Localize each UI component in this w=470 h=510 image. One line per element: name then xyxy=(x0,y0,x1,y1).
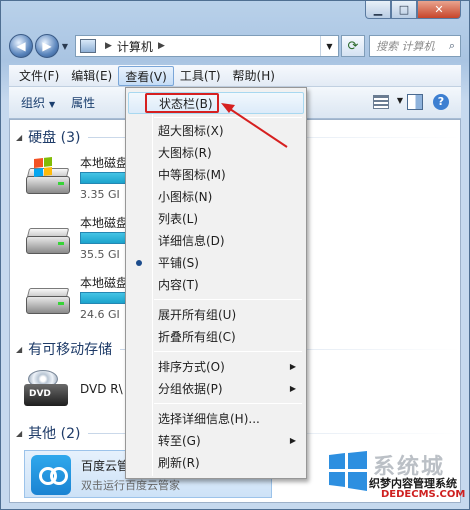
view-menu-dropdown: 状态栏(B) 超大图标(X) 大图标(R) 中等图标(M) 小图标(N) 列表(… xyxy=(125,87,307,479)
help-icon[interactable]: ? xyxy=(433,94,449,110)
menu-item-extra-large-icons[interactable]: 超大图标(X) xyxy=(128,120,304,142)
menu-help[interactable]: 帮助(H) xyxy=(227,66,281,86)
menu-item-label: 排序方式(O) xyxy=(158,360,225,374)
collapse-icon: ◢ xyxy=(16,428,23,438)
dvd-drive-name: DVD R\ xyxy=(80,382,123,396)
back-arrow-icon: ◀ xyxy=(16,39,26,53)
menu-item-details[interactable]: 详细信息(D) xyxy=(128,230,304,252)
menu-item-content[interactable]: 内容(T) xyxy=(128,274,304,296)
menu-item-label: 分组依据(P) xyxy=(158,382,223,396)
drive-name: 本地磁盘 xyxy=(80,216,129,230)
menu-item-tiles[interactable]: 平铺(S) xyxy=(128,252,304,274)
refresh-icon: ⟳ xyxy=(347,38,359,54)
selected-radio-icon xyxy=(136,260,142,266)
change-view-icon[interactable] xyxy=(373,95,389,109)
back-button[interactable]: ◀ xyxy=(9,34,33,58)
cloud-item-title: 百度云管 xyxy=(81,459,130,473)
drive-free-space: 3.35 GI xyxy=(80,188,120,201)
menu-item-large-icons[interactable]: 大图标(R) xyxy=(128,142,304,164)
menu-item-small-icons[interactable]: 小图标(N) xyxy=(128,186,304,208)
maximize-button[interactable]: □ xyxy=(391,1,417,19)
watermark-logo-icon xyxy=(329,451,367,491)
drive-name: 本地磁盘 xyxy=(80,276,129,290)
chevron-down-icon: ▼ xyxy=(49,100,56,109)
menu-edit[interactable]: 编辑(E) xyxy=(65,66,118,86)
menu-item-collapse-all-groups[interactable]: 折叠所有组(C) xyxy=(128,326,304,348)
menu-separator xyxy=(154,117,302,118)
watermark-url: DEDECMS.COM xyxy=(381,489,466,500)
organize-button[interactable]: 组织 ▼ xyxy=(21,94,55,111)
submenu-arrow-icon: ▶ xyxy=(289,436,296,445)
menu-item-choose-details[interactable]: 选择详细信息(H)... xyxy=(128,408,304,430)
dvd-drive-icon: DVD xyxy=(24,384,68,406)
caption-buttons: ▁ □ ✕ xyxy=(365,1,461,19)
forward-button[interactable]: ▶ xyxy=(35,34,59,58)
view-options-dropdown-icon[interactable]: ▼ xyxy=(397,96,403,105)
group-label: 硬盘 (3) xyxy=(28,130,81,146)
menu-item-list[interactable]: 列表(L) xyxy=(128,208,304,230)
organize-label: 组织 xyxy=(21,96,46,110)
menu-item-refresh[interactable]: 刷新(R) xyxy=(128,452,304,474)
preview-pane-icon[interactable] xyxy=(407,94,423,110)
menu-item-medium-icons[interactable]: 中等图标(M) xyxy=(128,164,304,186)
menu-item-label: 转至(G) xyxy=(158,434,201,448)
group-label: 其他 (2) xyxy=(28,426,81,442)
menu-bar: 文件(F) 编辑(E) 查看(V) 工具(T) 帮助(H) xyxy=(9,65,461,87)
search-icon[interactable]: ⌕ xyxy=(449,39,455,53)
menu-item-expand-all-groups[interactable]: 展开所有组(U) xyxy=(128,304,304,326)
menu-item-go-to[interactable]: 转至(G) ▶ xyxy=(128,430,304,452)
explorer-window: ▁ □ ✕ ◀ ▶ ▼ ▶ 计算机 ▶ ▼ ⟳ 搜索 计算机 ⌕ 文件(F) 编… xyxy=(0,0,470,510)
menu-file[interactable]: 文件(F) xyxy=(13,66,65,86)
close-icon: ✕ xyxy=(434,3,444,16)
address-bar[interactable]: ▶ 计算机 ▶ ▼ xyxy=(75,35,339,57)
submenu-arrow-icon: ▶ xyxy=(289,384,296,393)
collapse-icon: ◢ xyxy=(16,344,23,354)
minimize-icon: ▁ xyxy=(373,3,383,16)
breadcrumb-separator-icon[interactable]: ▶ xyxy=(105,41,112,51)
breadcrumb-computer[interactable]: 计算机 xyxy=(117,38,153,55)
breadcrumb-separator-icon[interactable]: ▶ xyxy=(158,41,165,51)
menu-separator xyxy=(154,403,302,404)
forward-arrow-icon: ▶ xyxy=(42,39,52,53)
drive-name: 本地磁盘 xyxy=(80,156,129,170)
menu-tools[interactable]: 工具(T) xyxy=(174,66,227,86)
menu-item-sort-by[interactable]: 排序方式(O) ▶ xyxy=(128,356,304,378)
annotation-highlight-box xyxy=(145,93,219,113)
recent-pages-dropdown[interactable]: ▼ xyxy=(59,42,71,51)
drive-free-space: 35.5 GI xyxy=(80,248,120,261)
menu-item-label: 平铺(S) xyxy=(158,256,199,270)
windows-logo-icon xyxy=(34,157,52,177)
search-placeholder: 搜索 计算机 xyxy=(376,40,435,53)
baidu-cloud-icon xyxy=(31,455,71,495)
search-input[interactable]: 搜索 计算机 ⌕ xyxy=(369,35,461,57)
address-dropdown-icon[interactable]: ▼ xyxy=(320,36,338,56)
menu-separator xyxy=(154,351,302,352)
cloud-item-subtitle: 双击运行百度云管家 xyxy=(81,479,180,492)
menu-separator xyxy=(154,299,302,300)
properties-button[interactable]: 属性 xyxy=(71,94,95,111)
watermark: 系统城 织梦内容管理系统 DEDECMS.COM xyxy=(325,445,465,505)
hard-drive-icon xyxy=(24,286,72,318)
navigation-bar: ◀ ▶ ▼ ▶ 计算机 ▶ ▼ ⟳ 搜索 计算机 ⌕ xyxy=(9,31,461,61)
refresh-button[interactable]: ⟳ xyxy=(341,35,365,57)
computer-icon xyxy=(80,39,96,53)
close-button[interactable]: ✕ xyxy=(417,1,461,19)
group-label: 有可移动存储 xyxy=(28,342,113,358)
menu-view[interactable]: 查看(V) xyxy=(118,65,174,86)
maximize-icon: □ xyxy=(398,3,410,16)
drive-free-space: 24.6 GI xyxy=(80,308,120,321)
minimize-button[interactable]: ▁ xyxy=(365,1,391,19)
submenu-arrow-icon: ▶ xyxy=(289,362,296,371)
menu-item-group-by[interactable]: 分组依据(P) ▶ xyxy=(128,378,304,400)
system-drive-icon xyxy=(24,157,72,198)
hard-drive-icon xyxy=(24,226,72,258)
collapse-icon: ◢ xyxy=(16,132,23,142)
